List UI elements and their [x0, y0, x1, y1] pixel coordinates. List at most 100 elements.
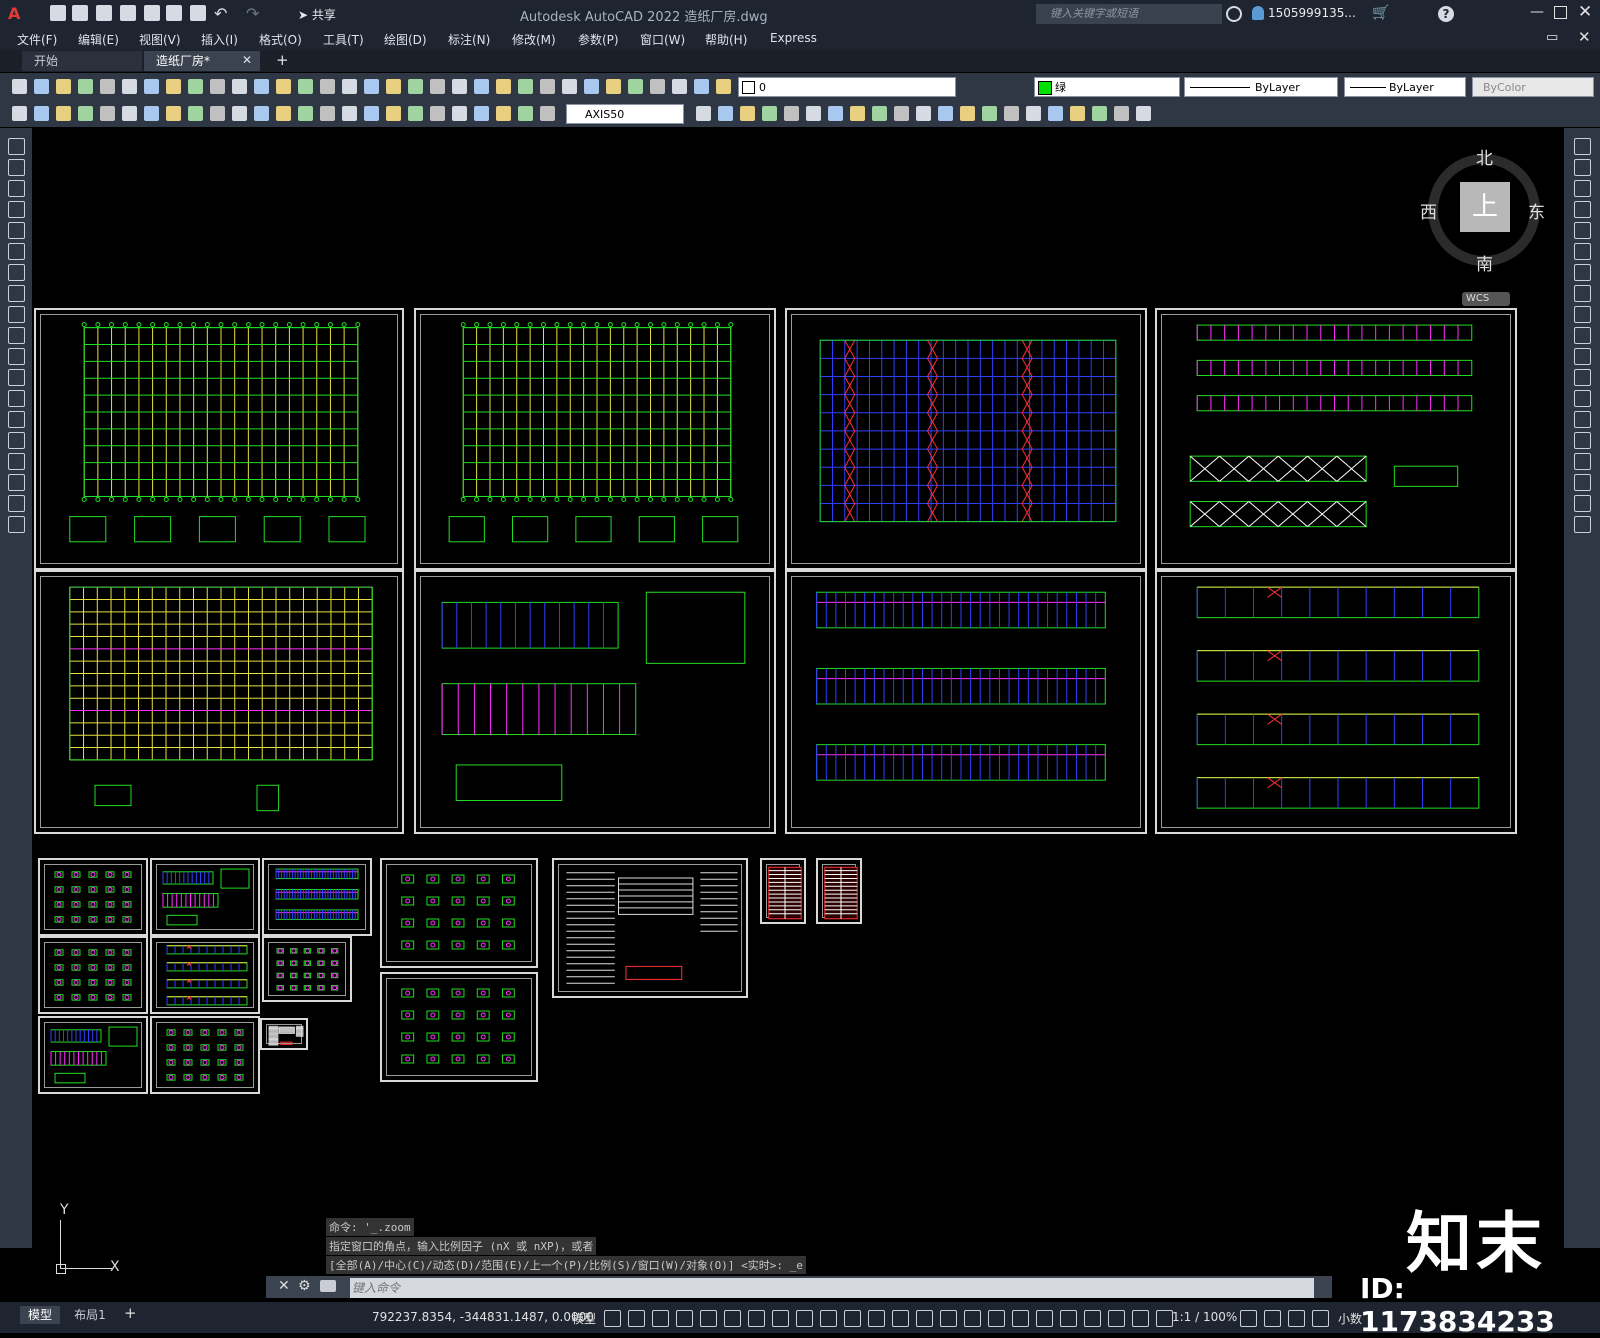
- tab-start[interactable]: 开始: [22, 51, 142, 71]
- dimension-tool-icon[interactable]: [850, 106, 865, 121]
- draw-tool-icon[interactable]: [8, 516, 25, 533]
- dimension-tool-icon[interactable]: [740, 106, 755, 121]
- menu-file[interactable]: 文件(F): [17, 31, 57, 48]
- drawing-sheet[interactable]: [34, 308, 404, 570]
- toolbar-tool-icon[interactable]: [298, 79, 313, 94]
- toolbar-tool-icon[interactable]: [694, 79, 709, 94]
- toolbar-tool-icon[interactable]: [650, 79, 665, 94]
- drawing-sheet[interactable]: [150, 858, 260, 936]
- draw-tool-icon[interactable]: [8, 306, 25, 323]
- toolbar-tool-icon[interactable]: [628, 79, 643, 94]
- layout-tab-layout1[interactable]: 布局1: [66, 1306, 114, 1324]
- units-button[interactable]: 小数: [1338, 1310, 1362, 1327]
- command-customize-icon[interactable]: ⚙: [298, 1278, 311, 1294]
- status-toggle-icon[interactable]: [820, 1310, 837, 1327]
- dimension-tool-icon[interactable]: [828, 106, 843, 121]
- dimension-tool-icon[interactable]: [56, 106, 71, 121]
- dimension-tool-icon[interactable]: [100, 106, 115, 121]
- status-toggle-icon[interactable]: [868, 1310, 885, 1327]
- draw-tool-icon[interactable]: [8, 222, 25, 239]
- toolbar-tool-icon[interactable]: [78, 79, 93, 94]
- drawing-sheet[interactable]: [38, 936, 148, 1014]
- dimension-tool-icon[interactable]: [1136, 106, 1151, 121]
- status-toggle-icon[interactable]: [892, 1310, 909, 1327]
- toolbar-tool-icon[interactable]: [584, 79, 599, 94]
- dimension-tool-icon[interactable]: [232, 106, 247, 121]
- drawing-sheet[interactable]: [262, 858, 372, 936]
- drawing-sheet[interactable]: [414, 570, 776, 834]
- modify-tool-icon[interactable]: [1574, 264, 1591, 281]
- toolbar-tool-icon[interactable]: [144, 79, 159, 94]
- drawing-sheet[interactable]: [34, 570, 404, 834]
- dimension-tool-icon[interactable]: [496, 106, 511, 121]
- drawing-sheet[interactable]: [1155, 570, 1517, 834]
- cart-icon[interactable]: 🛒: [1372, 5, 1389, 21]
- dimension-tool-icon[interactable]: [1004, 106, 1019, 121]
- dimension-tool-icon[interactable]: [320, 106, 335, 121]
- status-toggle-icon[interactable]: [796, 1310, 813, 1327]
- drawing-sheet[interactable]: [1155, 308, 1517, 570]
- help-icon[interactable]: ?: [1438, 6, 1454, 22]
- open-web-icon[interactable]: [144, 5, 160, 21]
- draw-tool-icon[interactable]: [8, 180, 25, 197]
- toolbar-tool-icon[interactable]: [232, 79, 247, 94]
- drawing-canvas[interactable]: [32, 128, 1564, 1276]
- dimension-tool-icon[interactable]: [718, 106, 733, 121]
- modify-tool-icon[interactable]: [1574, 453, 1591, 470]
- toolbar-tool-icon[interactable]: [166, 79, 181, 94]
- layer-dropdown[interactable]: 0: [738, 77, 956, 97]
- viewcube-east[interactable]: 东: [1528, 198, 1545, 223]
- toolbar-tool-icon[interactable]: [320, 79, 335, 94]
- dimension-tool-icon[interactable]: [364, 106, 379, 121]
- search-input[interactable]: 键入关键字或短语: [1036, 4, 1222, 24]
- modify-tool-icon[interactable]: [1574, 390, 1591, 407]
- status-toggle-icon[interactable]: [748, 1310, 765, 1327]
- dimension-tool-icon[interactable]: [872, 106, 887, 121]
- status-toggle-icon[interactable]: [676, 1310, 693, 1327]
- dimension-tool-icon[interactable]: [938, 106, 953, 121]
- draw-tool-icon[interactable]: [8, 327, 25, 344]
- menu-dimension[interactable]: 标注(N): [448, 31, 490, 48]
- toolbar-tool-icon[interactable]: [518, 79, 533, 94]
- draw-tool-icon[interactable]: [8, 201, 25, 218]
- dimension-tool-icon[interactable]: [474, 106, 489, 121]
- dimension-tool-icon[interactable]: [298, 106, 313, 121]
- status-toggle-icon[interactable]: [772, 1310, 789, 1327]
- dimension-tool-icon[interactable]: [982, 106, 997, 121]
- dimension-tool-icon[interactable]: [276, 106, 291, 121]
- status-toggle-icon[interactable]: [604, 1310, 621, 1327]
- draw-tool-icon[interactable]: [8, 138, 25, 155]
- dimension-tool-icon[interactable]: [1026, 106, 1041, 121]
- drawing-sheet[interactable]: [785, 570, 1147, 834]
- toolbar-tool-icon[interactable]: [210, 79, 225, 94]
- drawing-sheet[interactable]: [414, 308, 776, 570]
- dimstyle-dropdown[interactable]: AXIS50: [566, 104, 684, 124]
- restore-icon[interactable]: ▭: [1546, 30, 1558, 45]
- draw-tool-icon[interactable]: [8, 453, 25, 470]
- toolbar-tool-icon[interactable]: [12, 79, 27, 94]
- tab-close-icon[interactable]: ✕: [242, 53, 252, 67]
- draw-tool-icon[interactable]: [8, 285, 25, 302]
- status-toggle-icon[interactable]: [1288, 1310, 1305, 1327]
- menu-format[interactable]: 格式(O): [259, 31, 302, 48]
- modify-tool-icon[interactable]: [1574, 495, 1591, 512]
- draw-tool-icon[interactable]: [8, 474, 25, 491]
- drawing-sheet[interactable]: [38, 858, 148, 936]
- modify-tool-icon[interactable]: [1574, 474, 1591, 491]
- draw-tool-icon[interactable]: [8, 495, 25, 512]
- drawing-sheet[interactable]: [552, 858, 748, 998]
- undo-icon[interactable]: ↶: [214, 4, 227, 23]
- status-toggle-icon[interactable]: [700, 1310, 717, 1327]
- save-web-icon[interactable]: [166, 5, 182, 21]
- status-toggle-icon[interactable]: [724, 1310, 741, 1327]
- status-toggle-icon[interactable]: [1156, 1310, 1173, 1327]
- toolbar-tool-icon[interactable]: [672, 79, 687, 94]
- add-layout-icon[interactable]: +: [124, 1304, 137, 1322]
- dimension-tool-icon[interactable]: [916, 106, 931, 121]
- menu-view[interactable]: 视图(V): [139, 31, 181, 48]
- autocad-logo-icon[interactable]: A: [8, 4, 26, 24]
- dimension-tool-icon[interactable]: [1070, 106, 1085, 121]
- menu-window[interactable]: 窗口(W): [640, 31, 685, 48]
- draw-tool-icon[interactable]: [8, 390, 25, 407]
- dimension-tool-icon[interactable]: [806, 106, 821, 121]
